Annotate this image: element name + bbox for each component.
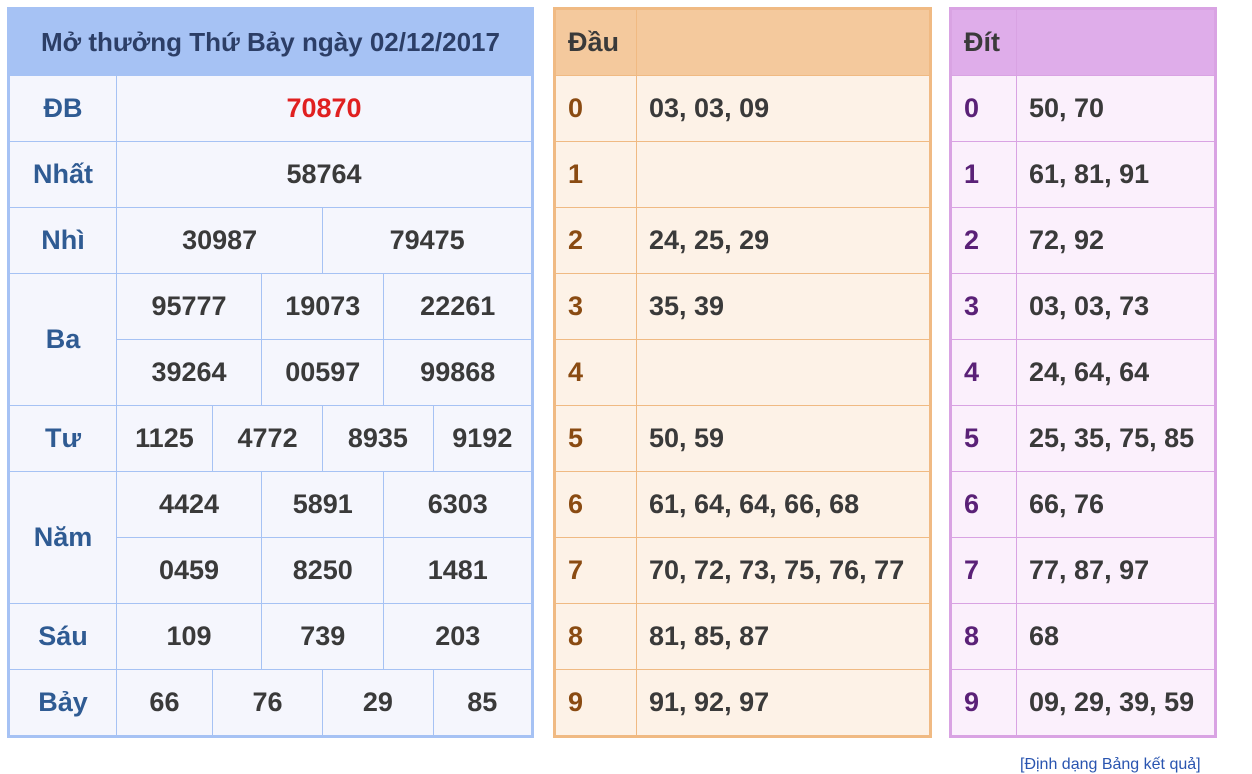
prize-nhat-value: 58764	[116, 141, 532, 208]
prize-sau-value: 739	[261, 603, 385, 670]
prize-ba-value: 19073	[261, 273, 385, 340]
dau-value	[636, 339, 930, 406]
dau-value: 61, 64, 64, 66, 68	[636, 471, 930, 538]
prize-nam-value: 6303	[383, 471, 532, 538]
prize-tu-value: 4772	[211, 405, 324, 472]
dau-value: 35, 39	[636, 273, 930, 340]
dit-value: 61, 81, 91	[1016, 141, 1215, 208]
dau-value	[636, 141, 930, 208]
prize-label-nhi: Nhì	[9, 207, 117, 274]
dit-key: 0	[951, 75, 1017, 142]
prize-tu-value: 1125	[116, 405, 213, 472]
dau-value: 03, 03, 09	[636, 75, 930, 142]
prize-nhi-value: 30987	[115, 207, 324, 274]
result-title: Mở thưởng Thứ Bảy ngày 02/12/2017	[9, 9, 532, 76]
dau-table: Đầu 0 03, 03, 09 1 2 24, 25, 29 3 35, 39 4 …	[553, 7, 932, 738]
dit-key: 4	[951, 339, 1017, 406]
dit-key: 1	[951, 141, 1017, 208]
dit-value: 66, 76	[1016, 471, 1215, 538]
dau-value: 81, 85, 87	[636, 603, 930, 670]
dau-key: 9	[555, 669, 637, 736]
prize-bay-value: 29	[322, 669, 434, 736]
dau-key: 1	[555, 141, 637, 208]
dit-key: 8	[951, 603, 1017, 670]
prize-ba-value: 00597	[261, 339, 385, 406]
dit-header: Đít	[951, 9, 1017, 76]
prize-tu-value: 8935	[322, 405, 434, 472]
dit-key: 9	[951, 669, 1017, 736]
prize-nam-value: 0459	[115, 537, 263, 604]
prize-db-value: 70870	[116, 75, 532, 142]
prize-label-tu: Tư	[9, 405, 117, 472]
prize-sau-value: 109	[115, 603, 263, 670]
dit-value: 68	[1016, 603, 1215, 670]
prize-nam-value: 5891	[261, 471, 385, 538]
dit-key: 3	[951, 273, 1017, 340]
prize-nam-value: 8250	[261, 537, 385, 604]
dau-key: 2	[555, 207, 637, 274]
dau-key: 3	[555, 273, 637, 340]
dau-value: 24, 25, 29	[636, 207, 930, 274]
prize-nam-value: 4424	[115, 471, 263, 538]
prize-tu-value: 9192	[432, 405, 533, 472]
result-table: Mở thưởng Thứ Bảy ngày 02/12/2017 ĐB 708…	[7, 7, 534, 738]
dau-value: 50, 59	[636, 405, 930, 472]
dit-value: 72, 92	[1016, 207, 1215, 274]
prize-nhi-value: 79475	[322, 207, 532, 274]
dit-value: 50, 70	[1016, 75, 1215, 142]
prize-ba-value: 22261	[383, 273, 532, 340]
prize-label-ba: Ba	[9, 273, 117, 406]
prize-label-db: ĐB	[9, 75, 117, 142]
prize-ba-value: 99868	[383, 339, 532, 406]
dau-key: 7	[555, 537, 637, 604]
dit-key: 6	[951, 471, 1017, 538]
prize-nam-value: 1481	[383, 537, 532, 604]
prize-label-sau: Sáu	[9, 603, 117, 670]
dit-key: 7	[951, 537, 1017, 604]
dit-key: 2	[951, 207, 1017, 274]
dit-value: 03, 03, 73	[1016, 273, 1215, 340]
dit-value: 24, 64, 64	[1016, 339, 1215, 406]
dit-table: Đít 0 50, 70 1 61, 81, 91 2 72, 92 3 03, 03,…	[949, 7, 1217, 738]
dau-header: Đầu	[555, 9, 637, 76]
dau-key: 0	[555, 75, 637, 142]
dit-value: 77, 87, 97	[1016, 537, 1215, 604]
dit-key: 5	[951, 405, 1017, 472]
prize-ba-value: 39264	[115, 339, 263, 406]
prize-label-nhat: Nhất	[9, 141, 117, 208]
dau-key: 4	[555, 339, 637, 406]
dau-key: 5	[555, 405, 637, 472]
dau-header-blank	[636, 9, 930, 76]
dau-key: 6	[555, 471, 637, 538]
prize-bay-value: 66	[116, 669, 213, 736]
dau-key: 8	[555, 603, 637, 670]
prize-label-bay: Bảy	[9, 669, 117, 736]
dit-value: 25, 35, 75, 85	[1016, 405, 1215, 472]
dit-value: 09, 29, 39, 59	[1016, 669, 1215, 736]
dit-header-blank	[1016, 9, 1215, 76]
prize-bay-value: 85	[432, 669, 533, 736]
prize-ba-value: 95777	[115, 273, 263, 340]
prize-bay-value: 76	[211, 669, 324, 736]
dau-value: 91, 92, 97	[636, 669, 930, 736]
prize-sau-value: 203	[383, 603, 532, 670]
prize-label-nam: Năm	[9, 471, 117, 604]
format-table-link[interactable]: [Định dạng Bảng kết quả]	[1020, 756, 1201, 774]
dau-value: 70, 72, 73, 75, 76, 77	[636, 537, 930, 604]
